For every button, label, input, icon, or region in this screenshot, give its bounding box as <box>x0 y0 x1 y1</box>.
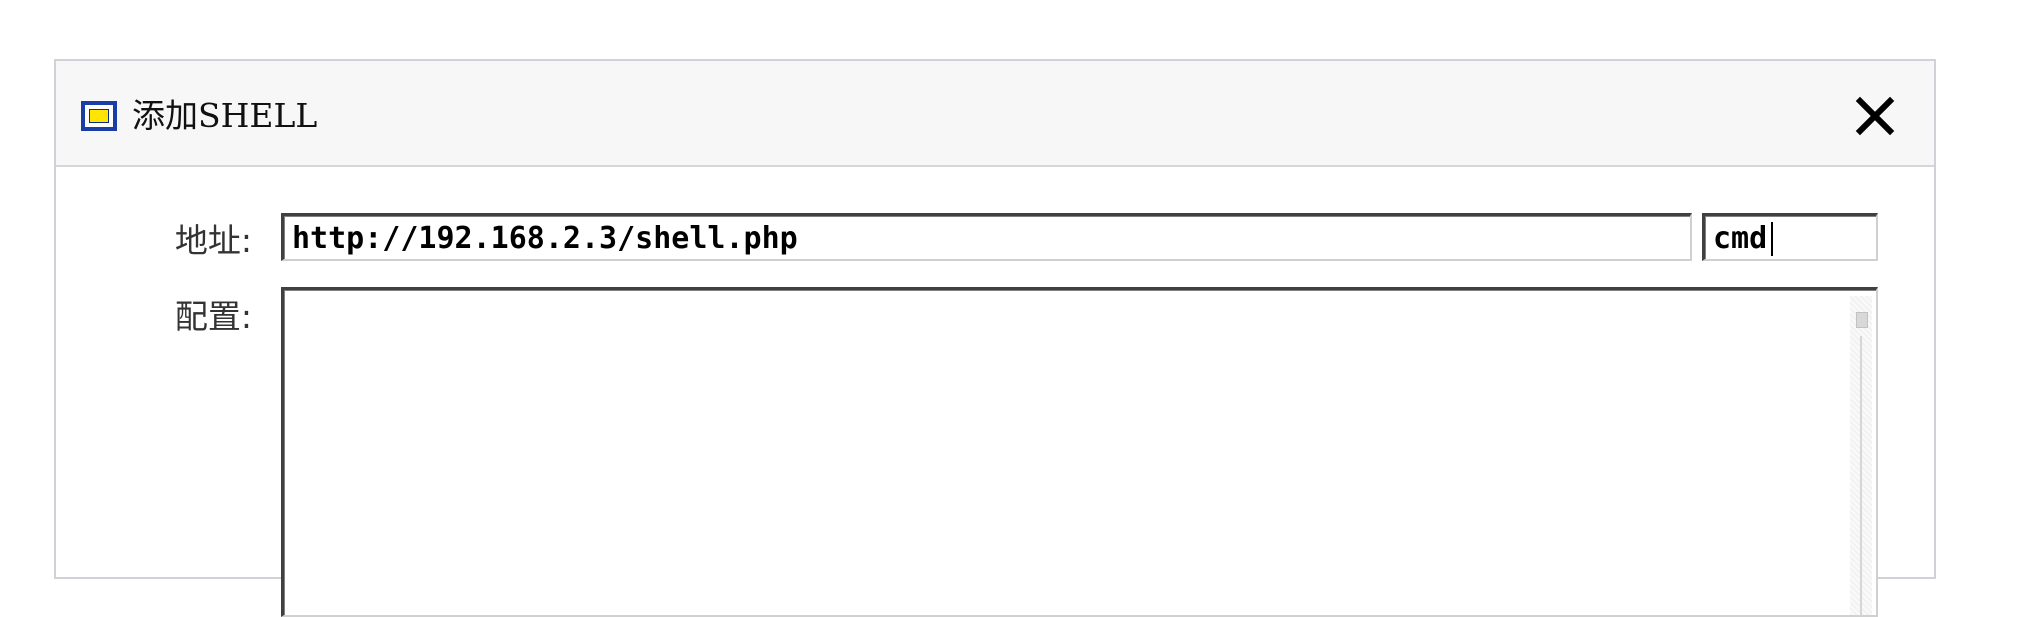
config-textarea[interactable] <box>281 287 1878 617</box>
window-icon <box>81 101 117 131</box>
scrollbar-thumb[interactable] <box>1856 312 1868 328</box>
password-input[interactable]: cmd <box>1702 213 1878 261</box>
dialog-title: 添加SHELL <box>132 96 318 135</box>
close-button[interactable] <box>1852 93 1898 139</box>
config-scrollbar[interactable] <box>1850 296 1872 615</box>
address-label: 地址: <box>174 221 252 260</box>
address-input[interactable]: http://192.168.2.3/shell.php <box>281 213 1692 261</box>
password-input-value: cmd <box>1713 221 1768 256</box>
close-icon <box>1855 96 1895 136</box>
dialog-titlebar: 添加SHELL <box>56 61 1934 167</box>
text-caret <box>1771 222 1773 256</box>
scrollbar-track <box>1860 336 1862 615</box>
config-label: 配置: <box>174 297 252 336</box>
add-shell-dialog: 添加SHELL 地址: 配置: http://192.168.2.3/shell… <box>54 59 1936 617</box>
address-input-value: http://192.168.2.3/shell.php <box>292 221 798 256</box>
